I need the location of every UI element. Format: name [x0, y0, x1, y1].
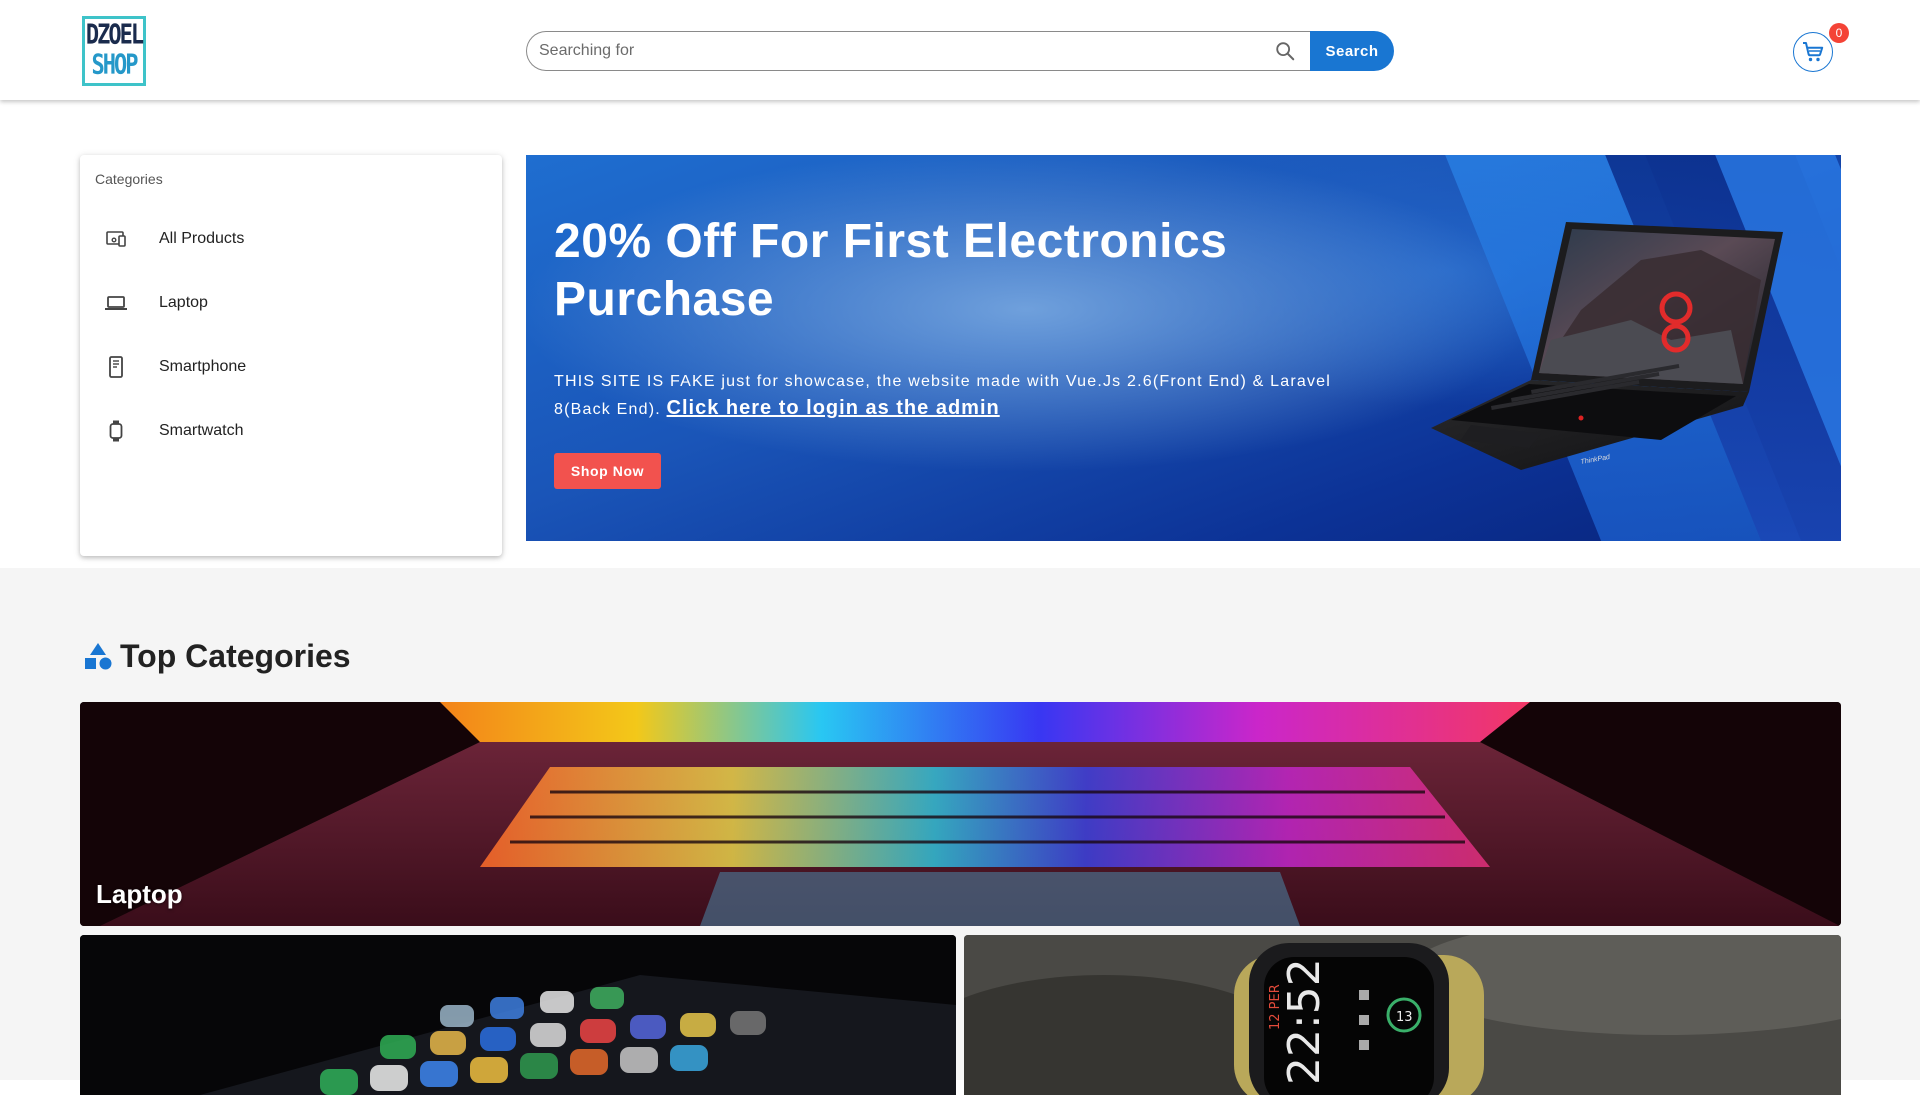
dzoel-shop-logo[interactable]: DZOEL SHOP: [82, 16, 146, 86]
shop-now-button[interactable]: Shop Now: [554, 453, 661, 489]
admin-login-link[interactable]: Click here to login as the admin: [667, 397, 1000, 419]
cart-button[interactable]: [1793, 32, 1833, 72]
smartwatch-image: 22:52 12 PER 13: [964, 935, 1841, 1095]
search-input[interactable]: [526, 31, 1310, 71]
sidebar-item-label: All Products: [159, 230, 245, 247]
category-label: Laptop: [96, 879, 183, 909]
laptop-icon: [102, 289, 130, 317]
category-card-laptop[interactable]: Laptop: [80, 702, 1841, 926]
laptop-keyboard-image: [80, 702, 1841, 926]
hero-banner: 20% Off For First Electronics Purchase T…: [526, 155, 1841, 541]
sidebar-item-label: Smartphone: [159, 358, 247, 375]
logo-text-line2: SHOP: [91, 49, 139, 81]
laptop-brand-text: ThinkPad: [1580, 454, 1611, 466]
sidebar-item-label: Smartwatch: [159, 422, 244, 439]
top-categories-section: Top Categories Laptop 22:52 12 PER 13: [0, 568, 1920, 1095]
smartphone-icon: [102, 353, 130, 381]
cart-icon: [1803, 42, 1824, 62]
laptop-image: ThinkPad: [1431, 222, 1783, 470]
hero-description: THIS SITE IS FAKE just for showcase, the…: [554, 369, 1384, 423]
smartphone-image: [80, 935, 956, 1095]
category-card-smartwatch[interactable]: 22:52 12 PER 13: [964, 935, 1841, 1095]
cart-count-badge: 0: [1829, 23, 1849, 43]
devices-icon: [102, 225, 130, 253]
search-bar: Search: [526, 31, 1394, 71]
category-card-smartphone[interactable]: [80, 935, 956, 1095]
sidebar-item-laptop[interactable]: Laptop: [80, 271, 502, 335]
top-categories-heading: Top Categories: [82, 636, 351, 676]
top-app-bar: DZOEL SHOP Search 0: [0, 0, 1920, 100]
categories-heading: Categories: [95, 171, 163, 187]
logo-text-line1: DZOEL: [85, 19, 144, 51]
sidebar-item-label: Laptop: [159, 294, 208, 311]
shapes-icon: [85, 643, 112, 670]
watch-time-text: 22:52: [1279, 958, 1330, 1085]
watch-complication-text: 13: [1396, 1010, 1413, 1025]
search-icon[interactable]: [1274, 40, 1296, 62]
watch-date-text: 12 PER: [1268, 984, 1283, 1030]
search-button[interactable]: Search: [1310, 31, 1394, 71]
watch-icon: [102, 417, 130, 445]
sidebar-item-all-products[interactable]: All Products: [80, 207, 502, 271]
categories-card: Categories All Products Laptop Smartphon…: [80, 155, 502, 556]
sidebar-item-smartphone[interactable]: Smartphone: [80, 335, 502, 399]
section-title-text: Top Categories: [120, 637, 351, 674]
hero-title: 20% Off For First Electronics Purchase: [554, 215, 1228, 326]
sidebar-item-smartwatch[interactable]: Smartwatch: [80, 399, 502, 463]
